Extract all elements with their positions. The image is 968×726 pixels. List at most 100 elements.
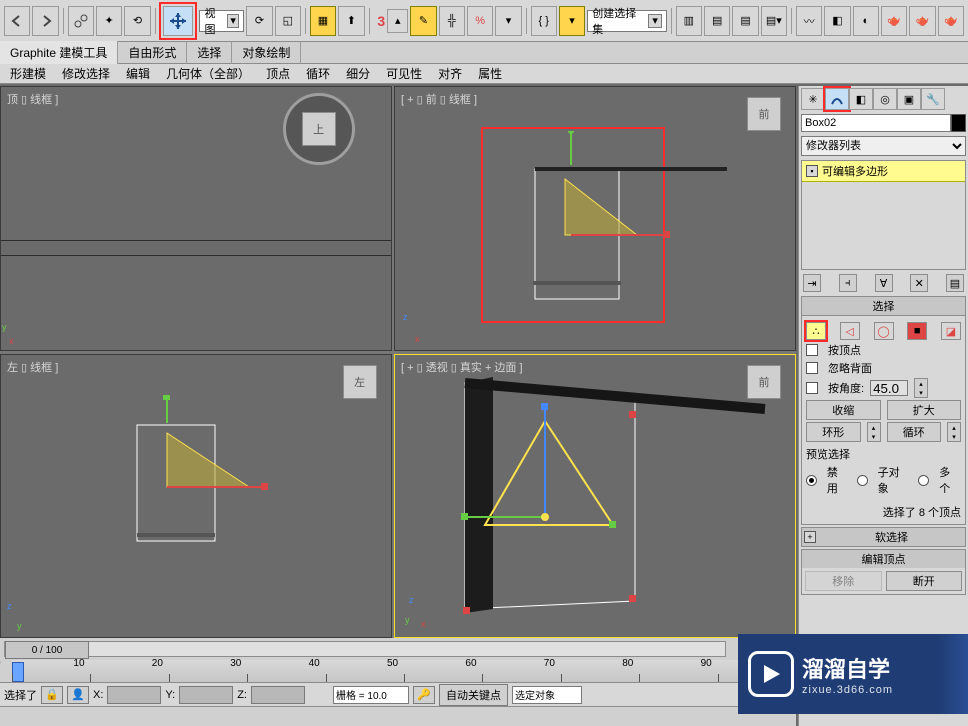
ref-coord-combo[interactable]: 视图▾ <box>199 10 244 32</box>
viewcube[interactable]: 上 <box>283 93 355 165</box>
layers-button[interactable]: ▤ <box>732 6 758 36</box>
viewport-left[interactable]: 左 ▯ 线框 ] 左 y z <box>0 354 392 638</box>
spinner[interactable]: ▴▾ <box>914 378 928 398</box>
pin-stack-button[interactable]: ⇥ <box>803 274 821 292</box>
viewcube[interactable]: 前 <box>747 97 781 131</box>
snap-toggle[interactable]: ▦ <box>310 6 336 36</box>
modifier-list-select[interactable]: 修改器列表 <box>801 136 966 156</box>
chevron-down-icon[interactable]: ▾ <box>648 14 661 28</box>
spinner-up[interactable]: ▴ <box>387 9 408 33</box>
checkbox[interactable] <box>806 362 818 374</box>
radio-multi[interactable] <box>918 475 929 486</box>
tab-objpaint[interactable]: 对象绘制 <box>232 41 301 64</box>
y-field[interactable] <box>179 686 233 704</box>
angle-input[interactable] <box>870 380 908 396</box>
show-end-button[interactable]: ⫞ <box>839 274 857 292</box>
viewport-perspective[interactable]: [ + ▯ 透视 ▯ 真实 + 边面 ] 前 x y z <box>394 354 796 638</box>
tab-selection[interactable]: 选择 <box>187 41 232 64</box>
named-sel-dd[interactable]: ▾ <box>559 6 585 36</box>
menu-geo-all[interactable]: 几何体（全部） <box>160 64 256 83</box>
remove-button[interactable]: 移除 <box>805 571 882 591</box>
border-subobj-button[interactable]: ◯ <box>874 322 894 340</box>
time-slider-track[interactable]: 0 / 100 <box>4 641 726 657</box>
unlink-button[interactable]: ✦ <box>96 6 122 36</box>
rollout-bar[interactable]: 编辑顶点 <box>802 550 965 568</box>
redo-button[interactable] <box>32 6 58 36</box>
rollout-header[interactable]: 选择 <box>802 297 965 316</box>
radio-subobj[interactable] <box>857 475 868 486</box>
x-field[interactable] <box>107 686 161 704</box>
render-button[interactable]: 🫖 <box>938 6 964 36</box>
layer-manager[interactable]: ▤▾ <box>761 6 787 36</box>
radio-disable[interactable] <box>806 475 817 486</box>
render-frame[interactable]: 🫖 <box>909 6 935 36</box>
ring-button[interactable]: 环形 <box>806 422 861 442</box>
link-button[interactable] <box>68 6 94 36</box>
menu-props[interactable]: 属性 <box>472 64 508 83</box>
loop-button[interactable]: 循环 <box>887 422 942 442</box>
menu-align[interactable]: 对齐 <box>432 64 468 83</box>
create-tab[interactable]: ✳ <box>801 88 825 110</box>
menu-edit[interactable]: 编辑 <box>120 64 156 83</box>
edit-named-sel[interactable]: { } <box>531 6 557 36</box>
grow-button[interactable]: 扩大 <box>887 400 962 420</box>
display-tab[interactable]: ▣ <box>897 88 921 110</box>
object-color-swatch[interactable] <box>951 114 966 132</box>
curve-editor[interactable]: 〰 <box>796 6 822 36</box>
viewport-front[interactable]: [ + ▯ 前 ▯ 线框 ] 前 x z <box>394 86 796 351</box>
pivot-button[interactable]: % <box>467 6 493 36</box>
mirror-button[interactable]: ▾ <box>495 6 521 36</box>
menu-loop[interactable]: 循环 <box>300 64 336 83</box>
vertex-subobj-button[interactable]: ∴ <box>806 322 826 340</box>
rollout-bar[interactable]: +软选择 <box>802 528 965 546</box>
unique-button[interactable]: ∀ <box>875 274 893 292</box>
scale-button[interactable]: ◱ <box>275 6 301 36</box>
modifier-stack-item[interactable]: ▪ 可编辑多边形 <box>802 161 965 182</box>
menu-visibility[interactable]: 可见性 <box>380 64 428 83</box>
lock-icon[interactable]: 🔒 <box>41 686 63 704</box>
viewport-top[interactable]: 顶 ▯ 线框 ] 上 x y <box>0 86 392 351</box>
rotate-button[interactable]: ⟳ <box>246 6 272 36</box>
motion-tab[interactable]: ◎ <box>873 88 897 110</box>
schematic-view[interactable]: ◧ <box>824 6 850 36</box>
edge-subobj-button[interactable]: ◁ <box>840 322 860 340</box>
sel-lock-icon[interactable]: 👤 <box>67 686 89 704</box>
object-name-input[interactable] <box>801 114 951 132</box>
menu-mod-sel[interactable]: 修改选择 <box>56 64 116 83</box>
polygon-subobj-button[interactable]: ■ <box>907 322 927 340</box>
angle-snap[interactable]: ⬆ <box>338 6 364 36</box>
configure-button[interactable]: ▤ <box>946 274 964 292</box>
menu-vertex[interactable]: 顶点 <box>260 64 296 83</box>
material-editor[interactable]: ◐ <box>853 6 879 36</box>
undo-button[interactable] <box>4 6 30 36</box>
remove-mod-button[interactable]: ✕ <box>910 274 928 292</box>
expand-icon[interactable]: ▪ <box>806 165 818 177</box>
hierarchy-tab[interactable]: ◧ <box>849 88 873 110</box>
mirror-tool[interactable]: ▥ <box>676 6 702 36</box>
autokey-button[interactable]: 自动关键点 <box>439 684 508 706</box>
render-setup[interactable]: 🫖 <box>881 6 907 36</box>
menu-poly-model[interactable]: 形建模 <box>4 64 52 83</box>
align-tool[interactable]: ▤ <box>704 6 730 36</box>
sel-filter-combo[interactable]: 选定对象 <box>512 686 582 704</box>
checkbox[interactable] <box>806 382 818 394</box>
chevron-down-icon[interactable]: ▾ <box>227 14 239 28</box>
tab-freeform[interactable]: 自由形式 <box>118 41 187 64</box>
modify-tab[interactable] <box>825 88 849 110</box>
break-button[interactable]: 断开 <box>886 571 963 591</box>
percent-snap[interactable]: ✎ <box>410 6 436 36</box>
spinner[interactable]: ▴▾ <box>947 422 961 442</box>
bind-button[interactable]: ⟲ <box>124 6 150 36</box>
tab-graphite[interactable]: Graphite 建模工具 <box>0 41 118 64</box>
axis-button[interactable]: ╬ <box>439 6 465 36</box>
checkbox[interactable] <box>806 344 818 356</box>
element-subobj-button[interactable]: ◪ <box>941 322 961 340</box>
spinner[interactable]: ▴▾ <box>867 422 881 442</box>
z-field[interactable] <box>251 686 305 704</box>
named-selection-combo[interactable]: 创建选择集▾ <box>587 10 667 32</box>
utilities-tab[interactable]: 🔧 <box>921 88 945 110</box>
key-icon[interactable]: 🔑 <box>413 686 435 704</box>
viewcube[interactable]: 左 <box>343 365 377 399</box>
shrink-button[interactable]: 收缩 <box>806 400 881 420</box>
time-slider-thumb[interactable]: 0 / 100 <box>5 641 89 659</box>
